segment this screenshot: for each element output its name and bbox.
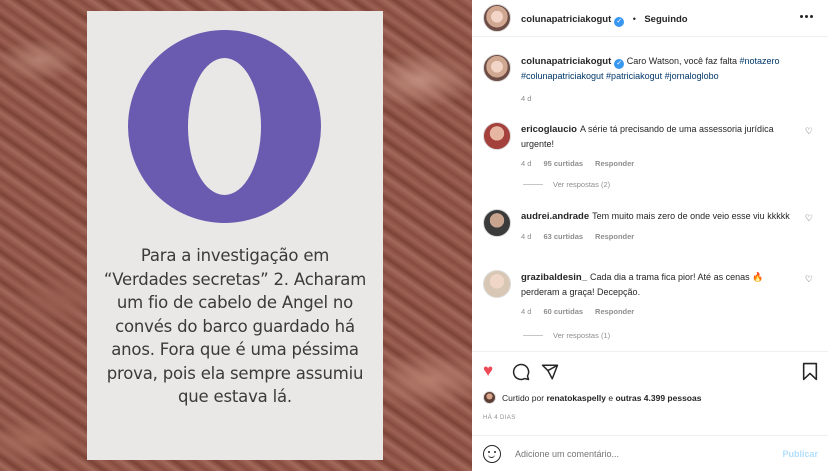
- comment-item: grazibaldesin_ Cada dia a trama fica pior…: [483, 270, 813, 319]
- likes-summary: Curtido por renatokaspelly e outras 4.39…: [483, 391, 701, 404]
- comment-username[interactable]: audrei.andrade: [521, 211, 589, 222]
- view-replies[interactable]: Ver respostas (1): [523, 331, 610, 340]
- caption-text: Caro Watson, você faz falta: [626, 56, 737, 66]
- comment-username[interactable]: grazibaldesin_: [521, 272, 587, 283]
- reply-button[interactable]: Responder: [595, 307, 634, 316]
- like-heart-icon[interactable]: ♥: [483, 361, 493, 381]
- comment-like-icon[interactable]: ♡: [805, 126, 813, 137]
- comment-likes[interactable]: 60 curtidas: [543, 307, 583, 316]
- bookmark-icon[interactable]: [802, 362, 818, 381]
- reply-button[interactable]: Responder: [595, 232, 634, 241]
- action-bar: ♥ Curtido por renatokaspelly e outras 4.…: [472, 351, 828, 471]
- post-panel: colunapatriciakogut ✓ • Seguindo colunapa…: [472, 0, 828, 471]
- separator-dot: •: [632, 14, 636, 24]
- comment-icon[interactable]: [512, 363, 530, 381]
- avatar[interactable]: [483, 54, 511, 82]
- following-button[interactable]: Seguindo: [644, 14, 687, 25]
- post-time[interactable]: HÁ 4 DIAS: [483, 415, 516, 421]
- avatar[interactable]: [483, 4, 511, 32]
- caption: colunapatriciakogut ✓ Caro Watson, você f…: [483, 54, 813, 106]
- caption-time[interactable]: 4 d: [521, 94, 531, 103]
- more-options-icon[interactable]: [800, 12, 814, 22]
- post-card: Para a investigação em “Verdades secreta…: [87, 11, 383, 460]
- comment-item: audrei.andrade Tem muito mais zero de ond…: [483, 209, 813, 244]
- avatar[interactable]: [483, 270, 511, 298]
- verified-icon: ✓: [614, 59, 625, 69]
- card-text: Para a investigação em “Verdades secreta…: [103, 246, 367, 406]
- comments-list[interactable]: colunapatriciakogut ✓ Caro Watson, você f…: [472, 46, 828, 351]
- post-image[interactable]: Para a investigação em “Verdades secreta…: [0, 0, 472, 471]
- comment-likes[interactable]: 63 curtidas: [543, 232, 583, 241]
- o-globo-logo: [128, 30, 321, 223]
- comment-time[interactable]: 4 d: [521, 159, 531, 168]
- comment-likes[interactable]: 95 curtidas: [543, 159, 583, 168]
- comment-like-icon[interactable]: ♡: [805, 274, 813, 285]
- post-button[interactable]: Publicar: [782, 449, 818, 459]
- verified-icon: ✓: [614, 17, 625, 27]
- liked-by-user[interactable]: renatokaspelly: [546, 393, 606, 403]
- comment-like-icon[interactable]: ♡: [805, 213, 813, 224]
- reply-button[interactable]: Responder: [595, 159, 634, 168]
- avatar[interactable]: [483, 391, 496, 404]
- comment-time[interactable]: 4 d: [521, 307, 531, 316]
- emoji-icon[interactable]: [483, 445, 501, 463]
- post-header: colunapatriciakogut ✓ • Seguindo: [472, 0, 828, 37]
- view-replies[interactable]: Ver respostas (2): [523, 180, 610, 189]
- comment-username[interactable]: ericoglaucio: [521, 124, 577, 135]
- header-username[interactable]: colunapatriciakogut: [521, 14, 611, 25]
- share-icon[interactable]: [541, 363, 559, 381]
- comment-input[interactable]: [515, 449, 765, 459]
- add-comment-bar: Publicar: [472, 435, 828, 471]
- comment-item: ericoglaucio A série tá precisando de uma…: [483, 122, 813, 171]
- likes-count[interactable]: outras 4.399 pessoas: [615, 393, 701, 403]
- comment-text: Tem muito mais zero de onde veio esse vi…: [592, 211, 790, 221]
- comment-time[interactable]: 4 d: [521, 232, 531, 241]
- avatar[interactable]: [483, 209, 511, 237]
- avatar[interactable]: [483, 122, 511, 150]
- caption-username[interactable]: colunapatriciakogut: [521, 56, 611, 67]
